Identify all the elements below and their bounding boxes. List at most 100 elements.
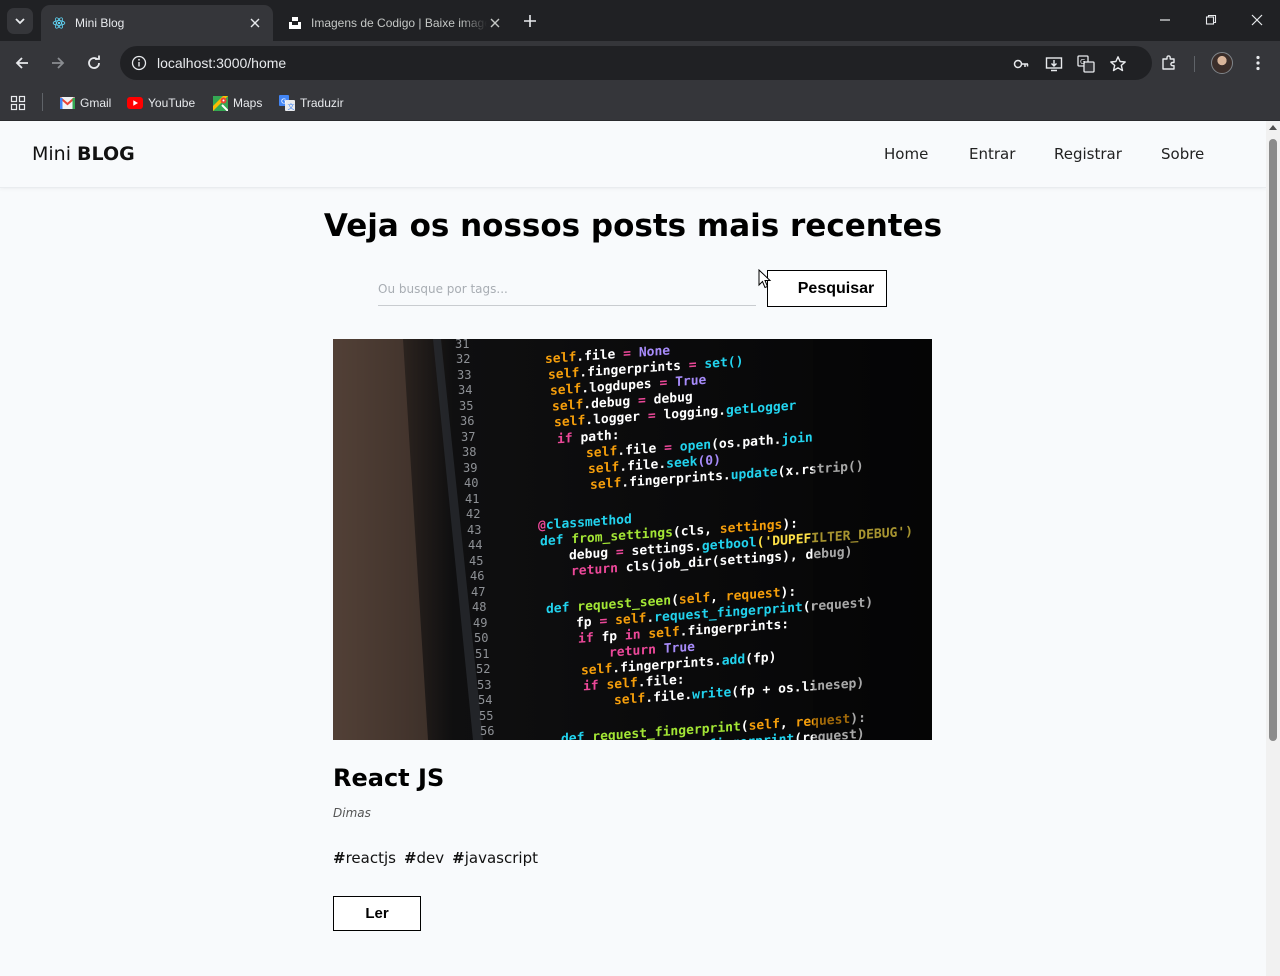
svg-text:44: 44 [468, 538, 482, 552]
brand-light: Mini [32, 143, 71, 165]
bookmark-label: YouTube [148, 96, 196, 110]
svg-text:34: 34 [458, 383, 472, 397]
minimize-icon [1160, 19, 1170, 21]
bookmark-label: Maps [233, 96, 263, 110]
restore-button[interactable] [1197, 6, 1225, 34]
gmail-icon [59, 95, 75, 111]
svg-text:37: 37 [461, 430, 475, 444]
brand-bold: BLOG [77, 143, 135, 165]
post-author: Dimas [333, 806, 371, 820]
nav-link-sobre[interactable]: Sobre [1161, 145, 1204, 163]
youtube-icon [127, 95, 143, 111]
unsplash-icon [287, 15, 303, 31]
close-icon [1251, 14, 1263, 26]
close-window-button[interactable] [1243, 6, 1271, 34]
svg-text:G: G [281, 98, 286, 106]
restore-icon [1205, 14, 1217, 25]
scrollbar-thumb[interactable] [1269, 139, 1277, 741]
translate-icon: G文 [279, 95, 295, 111]
bookmark-label: Gmail [80, 96, 112, 110]
address-bar[interactable]: localhost:3000/home G [120, 46, 1152, 80]
minimize-button[interactable] [1151, 6, 1179, 34]
translate-page-icon[interactable]: G [1076, 54, 1096, 74]
svg-text:G: G [1080, 58, 1085, 66]
toolbar-divider [1194, 56, 1195, 72]
post-tags: #reactjs #dev #javascript [333, 849, 546, 867]
tab-title: Imagens de Codigo | Baixe imagens [311, 16, 487, 30]
close-icon[interactable] [247, 15, 263, 31]
svg-text:51: 51 [475, 647, 489, 661]
site-brand[interactable]: Mini BLOG [32, 143, 135, 165]
site-navbar: Mini BLOG Home Entrar Registrar Sobre [0, 121, 1266, 188]
new-tab-button[interactable] [519, 10, 541, 32]
svg-text:36: 36 [460, 414, 474, 428]
mouse-cursor-icon [758, 269, 772, 289]
svg-text:43: 43 [467, 523, 481, 537]
tag-item: #reactjs [333, 849, 396, 867]
svg-text:49: 49 [473, 616, 487, 630]
tag-item: #javascript [452, 849, 538, 867]
close-icon[interactable] [487, 15, 503, 31]
svg-text:32: 32 [456, 352, 470, 366]
browser-toolbar: localhost:3000/home G [0, 41, 1280, 85]
bookmark-label: Traduzir [300, 96, 344, 110]
bookmark-maps[interactable]: Maps [212, 92, 262, 114]
tag-search-input[interactable] [378, 272, 756, 306]
reload-button[interactable] [80, 49, 108, 77]
read-post-button[interactable]: Ler [333, 896, 421, 931]
profile-avatar[interactable] [1211, 52, 1233, 74]
plus-icon [524, 15, 536, 27]
site-info-icon[interactable] [128, 52, 150, 74]
svg-text:35: 35 [459, 399, 473, 413]
svg-text:56: 56 [480, 724, 494, 738]
url-text: localhost:3000/home [157, 55, 287, 71]
nav-link-registrar[interactable]: Registrar [1054, 145, 1122, 163]
svg-text:40: 40 [464, 476, 478, 490]
tab-strip: Mini Blog Imagens de Codigo | Baixe imag… [0, 0, 1280, 41]
svg-text:53: 53 [477, 678, 491, 692]
maps-icon [212, 95, 228, 111]
more-menu-icon[interactable] [1247, 52, 1269, 74]
svg-text:31: 31 [455, 339, 469, 351]
svg-text:47: 47 [471, 585, 485, 599]
svg-text:46: 46 [470, 569, 484, 583]
search-button[interactable]: Pesquisar [767, 270, 887, 307]
scroll-up-arrow-icon[interactable] [1269, 125, 1277, 130]
page-viewport: Mini BLOG Home Entrar Registrar Sobre Ve… [0, 121, 1266, 976]
arrow-left-icon [15, 57, 28, 69]
post-image: 31 32 33 34 35 36 37 38 39 40 41 42 43 44 45 46 47 48… [333, 337, 932, 761]
star-icon[interactable] [1108, 54, 1128, 74]
svg-text:41: 41 [465, 492, 479, 506]
back-button[interactable] [8, 49, 36, 77]
svg-text:33: 33 [457, 368, 471, 382]
tab-title: Mini Blog [75, 16, 125, 30]
bookmark-gmail[interactable]: Gmail [59, 92, 111, 114]
install-app-icon[interactable] [1044, 54, 1064, 74]
bookmarks-bar: Gmail YouTube Maps G文 Traduzir [0, 85, 1280, 121]
tab-mini-blog[interactable]: Mini Blog [41, 5, 273, 41]
svg-text:54: 54 [478, 693, 492, 707]
svg-text:42: 42 [466, 507, 480, 521]
bookmark-youtube[interactable]: YouTube [127, 92, 195, 114]
tab-imagens-de-codigo[interactable]: Imagens de Codigo | Baixe imagens [277, 5, 513, 41]
post-title: React JS [333, 764, 445, 792]
page-title: Veja os nossos posts mais recentes [323, 208, 943, 244]
bookmark-traduzir[interactable]: G文 Traduzir [279, 92, 344, 114]
key-icon[interactable] [1011, 54, 1031, 74]
nav-link-entrar[interactable]: Entrar [969, 145, 1015, 163]
extensions-icon[interactable] [1158, 52, 1180, 74]
apps-grid-icon[interactable] [10, 92, 26, 114]
react-icon [51, 15, 67, 31]
chevron-down-icon [15, 18, 25, 25]
nav-link-home[interactable]: Home [884, 145, 928, 163]
bookmarks-divider [42, 93, 43, 111]
svg-text:文: 文 [288, 102, 295, 111]
svg-text:45: 45 [469, 554, 483, 568]
reload-icon [88, 55, 100, 69]
svg-text:55: 55 [479, 709, 493, 723]
tab-search-button[interactable] [7, 8, 33, 34]
tag-item: #dev [403, 849, 445, 867]
svg-text:39: 39 [463, 461, 477, 475]
page-scrollbar[interactable] [1266, 121, 1280, 976]
forward-button[interactable] [44, 49, 72, 77]
